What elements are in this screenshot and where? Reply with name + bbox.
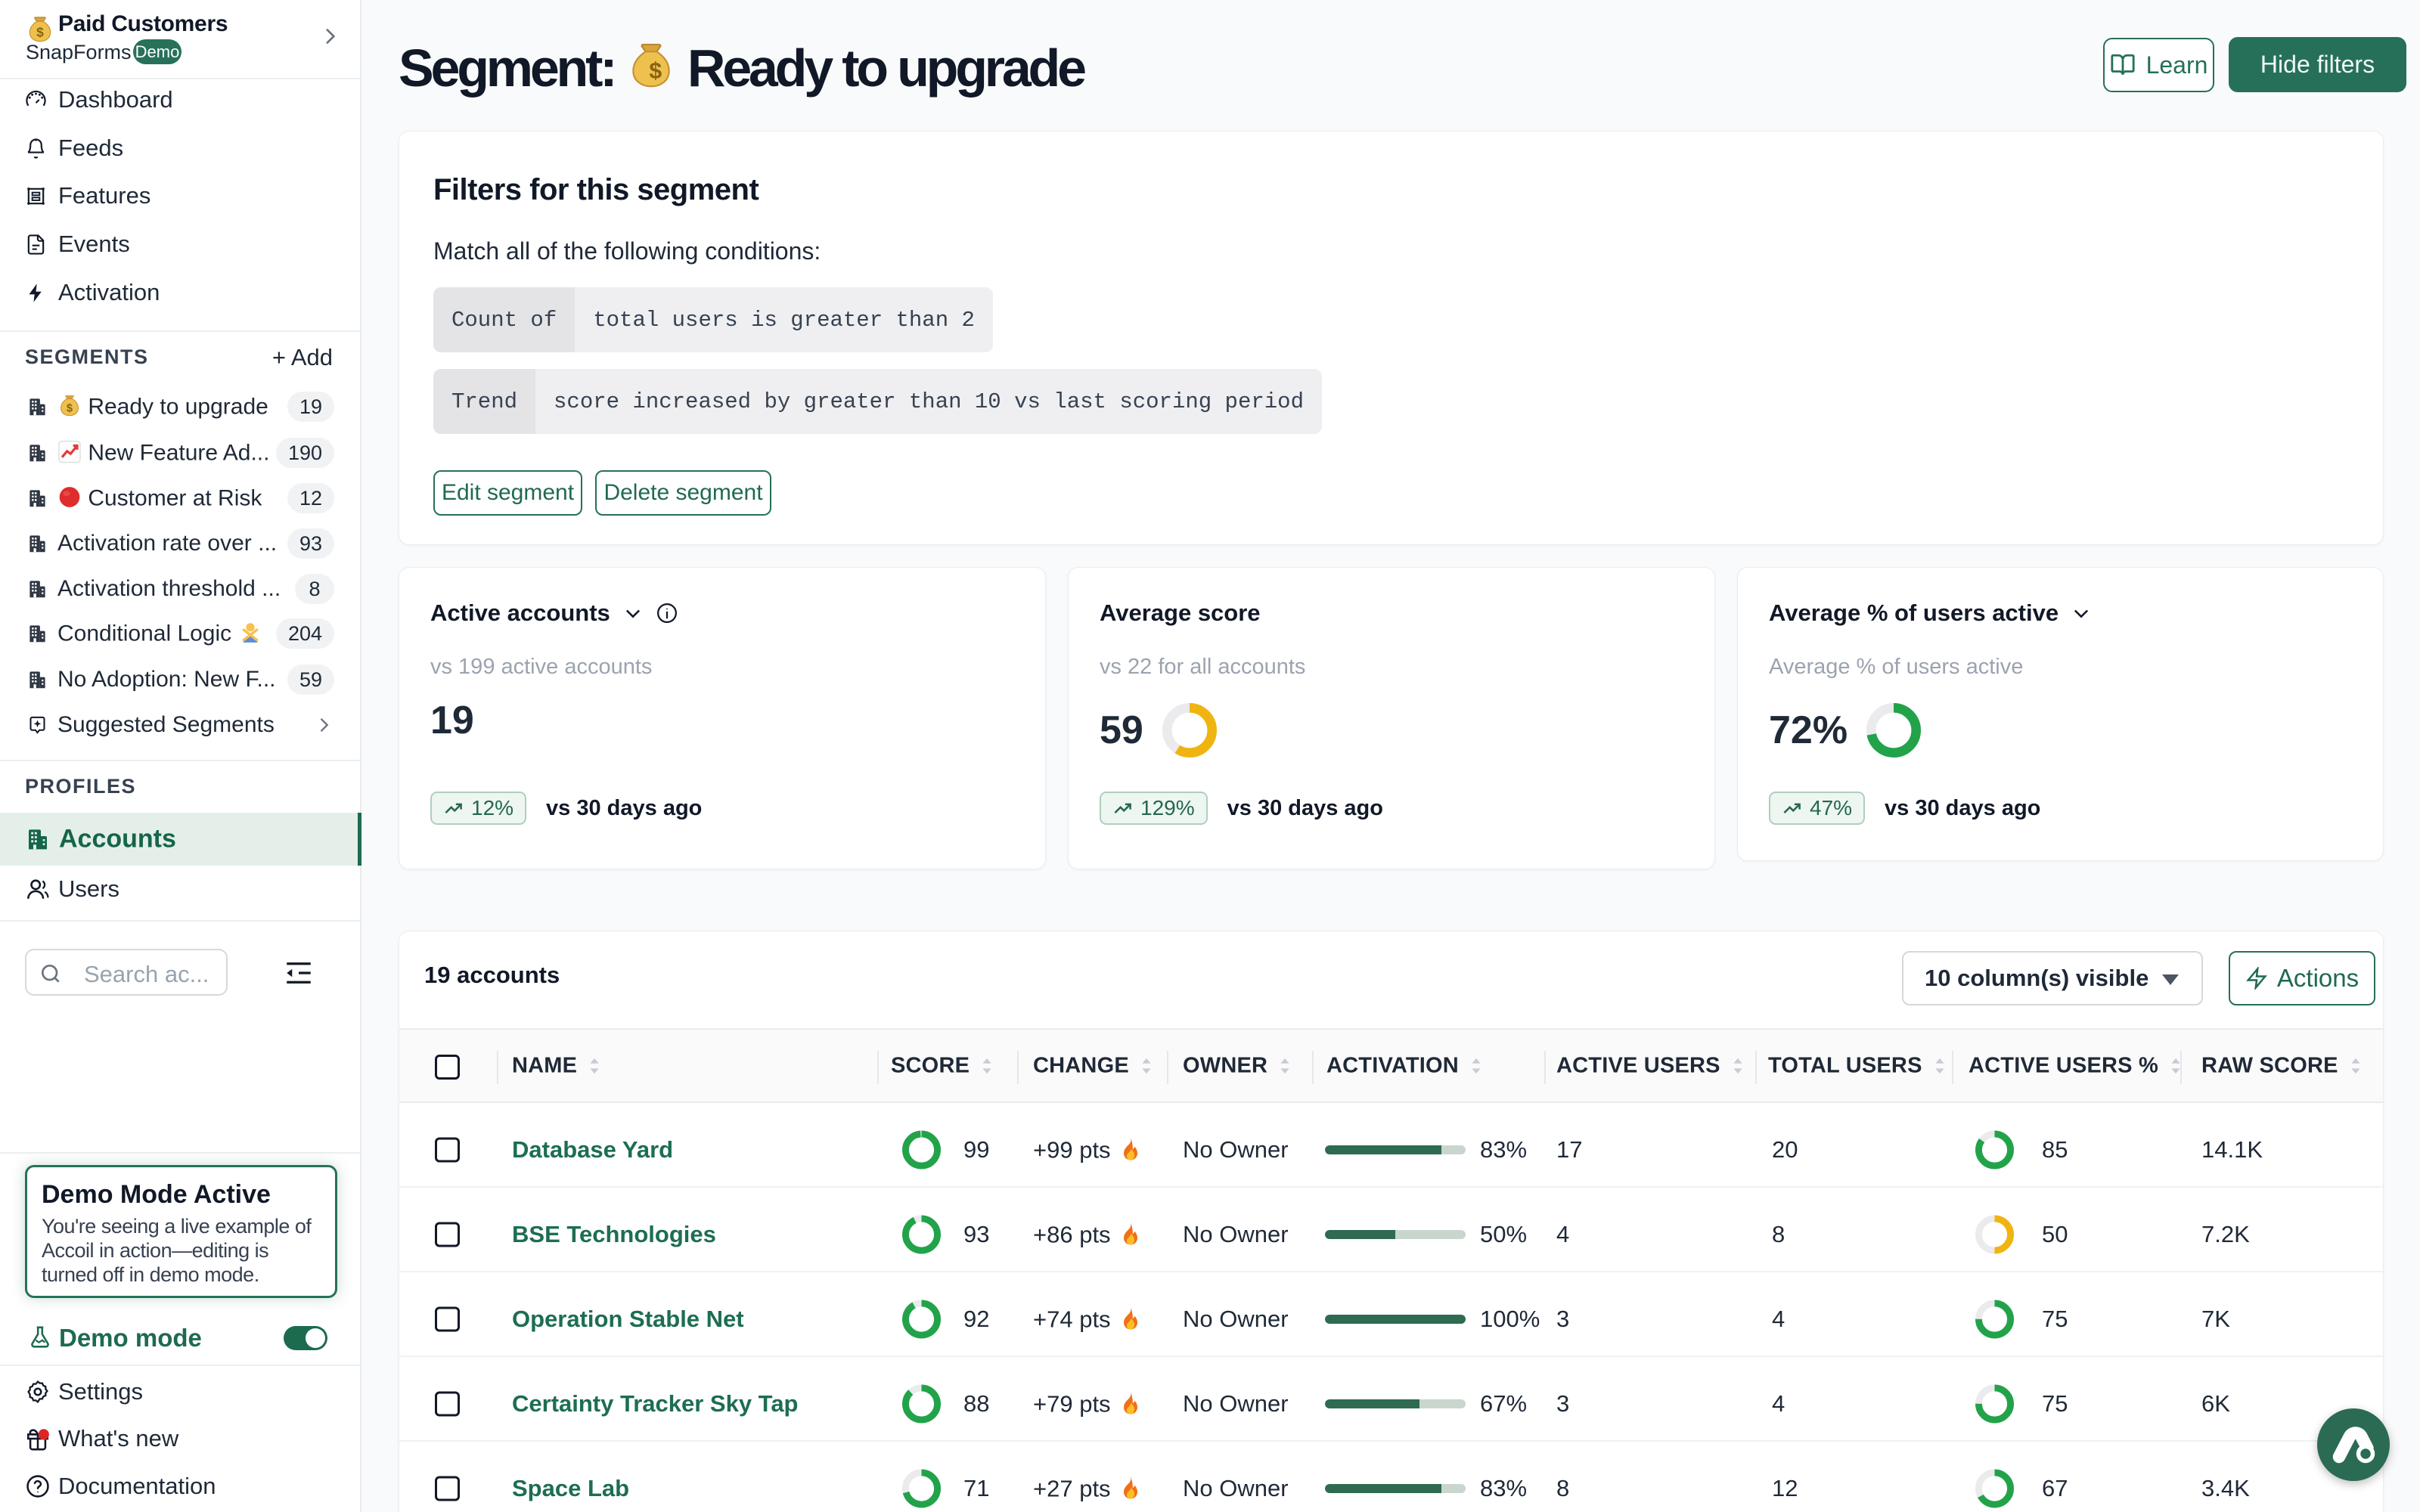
svg-text:$: $	[67, 403, 73, 415]
svg-text:$: $	[36, 25, 44, 40]
